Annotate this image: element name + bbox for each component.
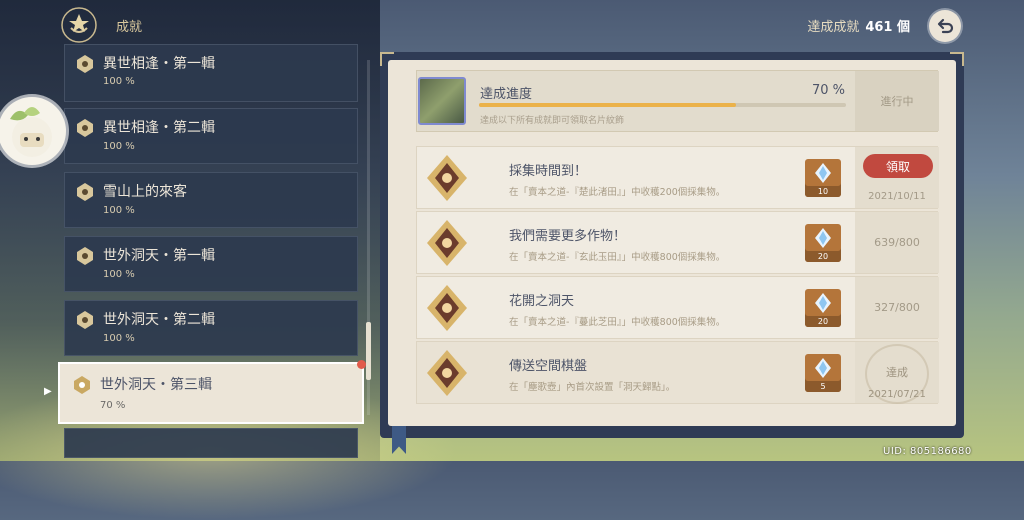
primogem-icon <box>815 163 831 183</box>
category-percent: 100 % <box>103 205 135 216</box>
category-item[interactable] <box>64 428 358 458</box>
primogem-icon <box>815 358 831 378</box>
count-value: 461 個 <box>865 20 910 35</box>
category-name: 異世相逢・第一輯 <box>103 56 215 72</box>
achievement-title: 我們需要更多作物！ <box>509 229 627 244</box>
back-button[interactable] <box>929 10 961 42</box>
progress-subtitle: 達成以下所有成就即可領取名片紋飾 <box>480 116 625 126</box>
achievement-badge-icon <box>77 247 93 265</box>
achievement-title: 採集時間到！ <box>509 164 588 179</box>
achievement-row: 花開之洞天 在「賣本之道-『蔓此芝田』」中收穫800個採集物。 20 327/8… <box>416 276 939 339</box>
primogem-icon <box>815 293 831 313</box>
category-percent: 100 % <box>103 269 135 280</box>
primogem-icon <box>815 228 831 248</box>
achievement-medal-icon <box>427 285 467 331</box>
category-name: 雪山上的來客 <box>103 184 187 200</box>
reward-amount: 20 <box>817 252 829 261</box>
achievement-badge-icon <box>77 119 93 137</box>
reward-amount: 20 <box>817 317 829 326</box>
achievement-title: 傳送空間棋盤 <box>509 359 588 374</box>
achievement-date: 2021/07/21 <box>868 389 926 400</box>
progress-percent: 70 % <box>812 83 846 98</box>
category-item[interactable]: 世外洞天・第二輯 100 % <box>64 300 358 356</box>
back-arrow-icon <box>937 18 954 34</box>
achievement-row: 傳送空間棋盤 在「塵歌壺」內首次設置「洞天歸點」。 5 達成 2021/07/2… <box>416 341 939 404</box>
category-percent: 100 % <box>103 76 135 87</box>
namecard-image[interactable] <box>418 77 466 125</box>
achievement-badge-icon <box>74 376 90 394</box>
page-title: 成就 <box>116 20 143 35</box>
reward-amount: 10 <box>817 187 829 196</box>
category-item[interactable]: 異世相逢・第二輯 100 % <box>64 108 358 164</box>
achievement-panel: 達成進度 70 % 達成以下所有成就即可領取名片紋飾 進行中 採集時間到！ 在「… <box>388 60 956 426</box>
progress-card: 達成進度 70 % 達成以下所有成就即可領取名片紋飾 進行中 <box>416 70 939 132</box>
category-name: 世外洞天・第二輯 <box>103 312 215 328</box>
category-item-selected[interactable]: 世外洞天・第三輯 70 % <box>58 362 364 424</box>
achievement-badge-icon <box>77 311 93 329</box>
achievement-desc: 在「賣本之道-『玄此玉田』」中收穫800個採集物。 <box>509 252 726 263</box>
achievement-desc: 在「塵歌壺」內首次設置「洞天歸點」。 <box>509 382 676 393</box>
category-item[interactable]: 雪山上的來客 100 % <box>64 172 358 228</box>
primogem-reward[interactable]: 20 <box>805 289 841 327</box>
paimon-avatar-icon <box>10 107 52 157</box>
category-name: 異世相逢・第二輯 <box>103 120 215 136</box>
achievement-date: 2021/10/11 <box>868 191 926 202</box>
progress-bar-fill <box>479 103 736 107</box>
achievement-progress: 639/800 <box>855 212 939 273</box>
achievement-desc: 在「賣本之道-『楚此渚田』」中收穫200個採集物。 <box>509 187 726 198</box>
category-percent: 100 % <box>103 333 135 344</box>
primogem-reward[interactable]: 10 <box>805 159 841 197</box>
achievement-desc: 在「賣本之道-『蔓此芝田』」中收穫800個採集物。 <box>509 317 726 328</box>
progress-title: 達成進度 <box>480 87 533 102</box>
achievement-row: 我們需要更多作物！ 在「賣本之道-『玄此玉田』」中收穫800個採集物。 20 6… <box>416 211 939 274</box>
completed-label: 達成 <box>886 366 908 379</box>
scrollbar-thumb[interactable] <box>366 322 371 380</box>
category-name: 世外洞天・第三輯 <box>100 377 212 393</box>
achievement-badge-icon <box>77 55 93 73</box>
achievement-title: 花開之洞天 <box>509 294 575 309</box>
uid-label: UID: 805186680 <box>883 446 972 457</box>
achievement-medal-icon <box>427 155 467 201</box>
achievement-progress: 327/800 <box>855 277 939 338</box>
achievement-badge-icon <box>77 183 93 201</box>
count-label: 達成成就 <box>807 20 860 35</box>
primogem-reward[interactable]: 5 <box>805 354 841 392</box>
reward-amount: 5 <box>820 382 826 391</box>
achievement-row: 採集時間到！ 在「賣本之道-『楚此渚田』」中收穫200個採集物。 10 領取 2… <box>416 146 939 209</box>
category-percent: 70 % <box>100 400 126 411</box>
category-percent: 100 % <box>103 141 135 152</box>
achievement-medal-icon <box>427 350 467 396</box>
achievement-count: 達成成就 461 個 <box>807 16 910 35</box>
achievement-medal-icon <box>427 220 467 266</box>
primogem-reward[interactable]: 20 <box>805 224 841 262</box>
category-item[interactable]: 世外洞天・第一輯 100 % <box>64 236 358 292</box>
progress-status: 進行中 <box>855 71 939 131</box>
category-item[interactable]: 異世相逢・第一輯 100 % <box>64 44 358 102</box>
claim-button[interactable]: 領取 <box>863 154 933 178</box>
selected-indicator-icon: ▶ <box>44 386 52 397</box>
progress-bar <box>479 103 846 107</box>
achievement-emblem-icon <box>60 6 98 44</box>
category-name: 世外洞天・第一輯 <box>103 248 215 264</box>
notification-dot <box>357 360 366 369</box>
avatar[interactable] <box>0 97 66 165</box>
